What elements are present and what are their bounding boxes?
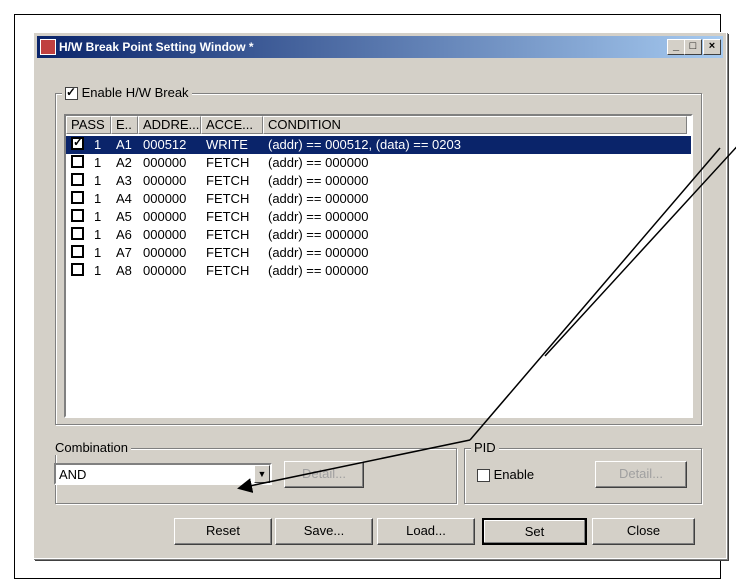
cell-pass: 1 [94, 155, 102, 170]
cell-address: 000000 [143, 155, 187, 170]
enable-hw-break-checkbox[interactable] [65, 85, 78, 101]
cell-access: FETCH [206, 227, 250, 242]
close-window-button[interactable]: × [703, 39, 721, 55]
cell-address: 000000 [143, 173, 187, 188]
combination-group: Combination AND ▼ Detail... [52, 440, 457, 504]
cell-access: FETCH [206, 191, 250, 206]
cell-pass: 1 [94, 191, 102, 206]
table-row[interactable]: 1 A2 000000 FETCH (addr) == 000000 [66, 154, 691, 172]
chevron-down-icon[interactable]: ▼ [254, 465, 270, 483]
cell-condition: (addr) == 000000 [268, 173, 369, 188]
cell-condition: (addr) == 000000 [268, 263, 369, 278]
cell-event: A3 [116, 173, 132, 188]
column-header-pass[interactable]: PASS [66, 116, 111, 134]
cell-condition: (addr) == 000000 [268, 227, 369, 242]
hw-break-window: H/W Break Point Setting Window * _ □ × E… [33, 32, 727, 559]
table-row[interactable]: 1 A8 000000 FETCH (addr) == 000000 [66, 262, 691, 280]
cell-address: 000000 [143, 263, 187, 278]
combination-select[interactable]: AND ▼ [54, 463, 272, 485]
set-button[interactable]: Set [482, 518, 587, 545]
cell-event: A1 [116, 137, 132, 152]
combination-detail-button[interactable]: Detail... [284, 461, 364, 488]
cell-condition: (addr) == 000000 [268, 155, 369, 170]
cell-event: A2 [116, 155, 132, 170]
combination-value: AND [59, 467, 87, 482]
column-header-condition[interactable]: CONDITION [263, 116, 687, 134]
cell-event: A4 [116, 191, 132, 206]
row-enable-checkbox[interactable] [71, 173, 84, 186]
reset-button[interactable]: Reset [174, 518, 272, 545]
cell-address: 000000 [143, 245, 187, 260]
enable-hw-break[interactable]: Enable H/W Break [62, 85, 192, 101]
cell-event: A7 [116, 245, 132, 260]
column-header-access[interactable]: ACCE... [201, 116, 263, 134]
table-row[interactable]: 1 A1 000512 WRITE (addr) == 000512, (data) =… [66, 135, 691, 154]
cell-condition: (addr) == 000000 [268, 209, 369, 224]
column-header-event[interactable]: E.. [111, 116, 138, 134]
cell-event: A8 [116, 263, 132, 278]
pid-legend: PID [471, 440, 499, 455]
maximize-button[interactable]: □ [684, 39, 702, 55]
table-row[interactable]: 1 A4 000000 FETCH (addr) == 000000 [66, 190, 691, 208]
cell-address: 000000 [143, 227, 187, 242]
row-enable-checkbox[interactable] [71, 155, 84, 168]
close-button[interactable]: Close [592, 518, 695, 545]
enable-hw-break-label: Enable H/W Break [81, 85, 189, 100]
cell-pass: 1 [94, 245, 102, 260]
save-button[interactable]: Save... [275, 518, 373, 545]
cell-address: 000000 [143, 191, 187, 206]
cell-access: FETCH [206, 245, 250, 260]
cell-access: FETCH [206, 155, 250, 170]
row-enable-checkbox[interactable] [71, 227, 84, 240]
column-header-address[interactable]: ADDRE... [138, 116, 201, 134]
cell-condition: (addr) == 000000 [268, 245, 369, 260]
cell-access: FETCH [206, 173, 250, 188]
cell-access: FETCH [206, 263, 250, 278]
load-button[interactable]: Load... [377, 518, 475, 545]
pid-enable-checkbox[interactable] [477, 469, 490, 483]
row-enable-checkbox[interactable] [71, 135, 84, 150]
hw-break-group: Enable H/W Break PASS E.. ADDRE... ACCE.… [55, 85, 702, 425]
cell-pass: 1 [94, 173, 102, 188]
cell-pass: 1 [94, 209, 102, 224]
combination-legend: Combination [52, 440, 131, 455]
row-enable-checkbox[interactable] [71, 263, 84, 276]
minimize-button[interactable]: _ [667, 39, 685, 55]
cell-pass: 1 [94, 137, 102, 152]
title-bar[interactable]: H/W Break Point Setting Window * _ □ × [37, 36, 723, 58]
window-title: H/W Break Point Setting Window * [59, 40, 254, 54]
pid-enable-label: Enable [493, 467, 535, 482]
table-row[interactable]: 1 A7 000000 FETCH (addr) == 000000 [66, 244, 691, 262]
pid-group: PID Enable Detail... [464, 440, 702, 504]
row-enable-checkbox[interactable] [71, 191, 84, 204]
cell-pass: 1 [94, 263, 102, 278]
breakpoint-list[interactable]: PASS E.. ADDRE... ACCE... CONDITION 1 A1 0… [64, 114, 693, 418]
cell-address: 000000 [143, 209, 187, 224]
cell-event: A5 [116, 209, 132, 224]
table-row[interactable]: 1 A5 000000 FETCH (addr) == 000000 [66, 208, 691, 226]
row-enable-checkbox[interactable] [71, 245, 84, 258]
cell-address: 000512 [143, 137, 187, 152]
cell-access: FETCH [206, 209, 250, 224]
pid-detail-button[interactable]: Detail... [595, 461, 687, 488]
table-row[interactable]: 1 A6 000000 FETCH (addr) == 000000 [66, 226, 691, 244]
pid-enable[interactable]: Enable [477, 467, 535, 483]
row-enable-checkbox[interactable] [71, 209, 84, 222]
cell-access: WRITE [206, 137, 248, 152]
cell-event: A6 [116, 227, 132, 242]
table-row[interactable]: 1 A3 000000 FETCH (addr) == 000000 [66, 172, 691, 190]
cell-pass: 1 [94, 227, 102, 242]
cell-condition: (addr) == 000000 [268, 191, 369, 206]
cell-condition: (addr) == 000512, (data) == 0203 [268, 137, 461, 152]
app-icon [40, 39, 56, 55]
